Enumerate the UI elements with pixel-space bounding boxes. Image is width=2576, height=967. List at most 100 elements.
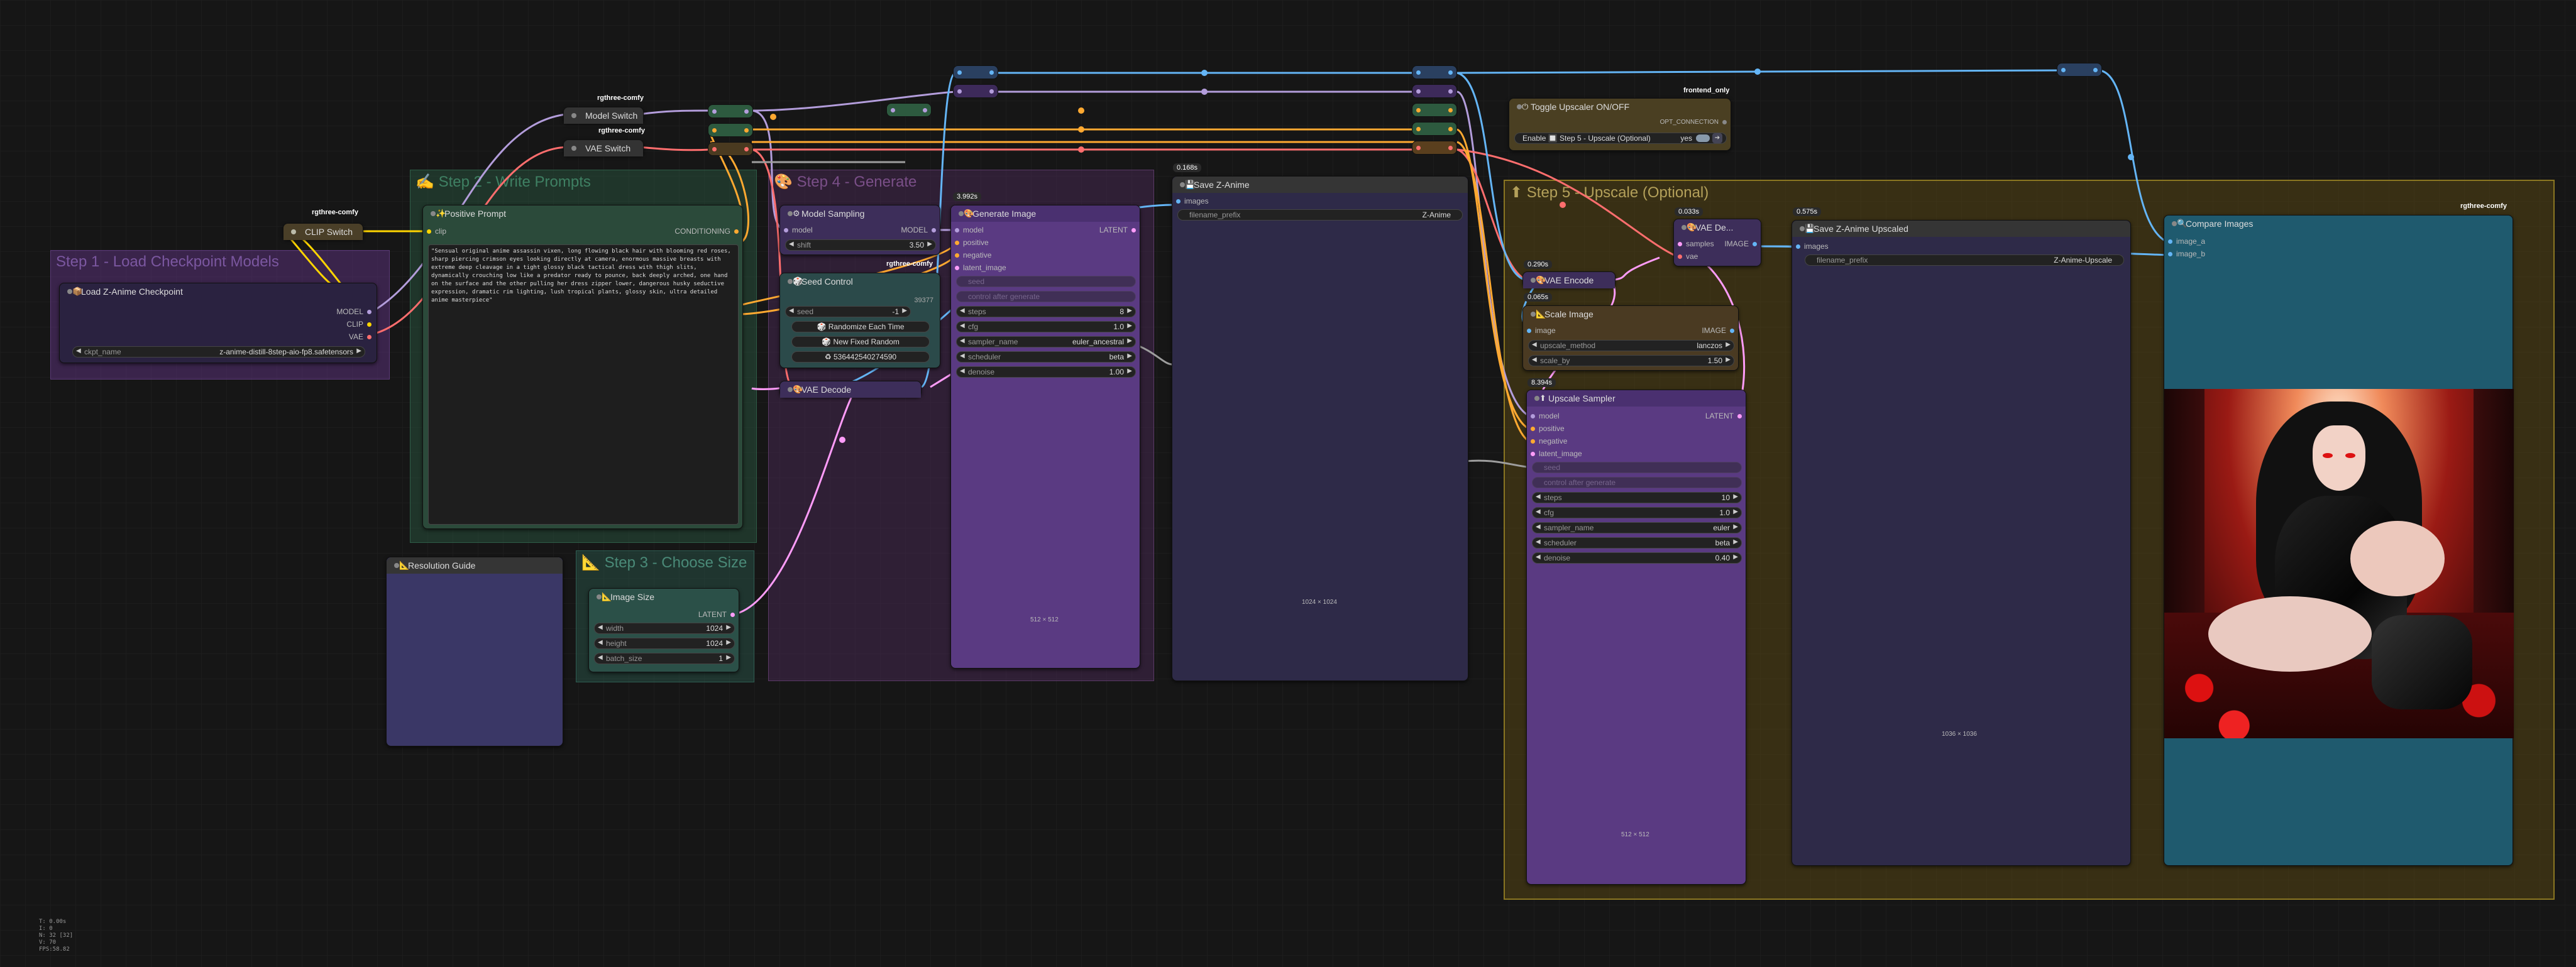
prompt-textarea[interactable]: "Sensual original anime assassin vixen, …: [428, 244, 739, 525]
output-image[interactable]: IMAGE: [1702, 326, 1734, 335]
reroute-node-3[interactable]: [708, 142, 753, 156]
scheduler-combo[interactable]: ◀ scheduler beta ▶: [956, 351, 1136, 363]
seed-input-widget[interactable]: seed: [1532, 462, 1742, 473]
ckpt-name-combo[interactable]: ◀ ckpt_name z-anime-distill-8step-aio-fp8.…: [72, 346, 365, 358]
node-clip-switch[interactable]: CLIP Switch: [283, 223, 363, 240]
scheduler-combo[interactable]: ◀ scheduler beta ▶: [1532, 537, 1742, 549]
preview-image[interactable]: [2164, 389, 2514, 738]
arrow-right-icon[interactable]: ▶: [1726, 341, 1731, 348]
reroute-node-11[interactable]: [1412, 141, 1457, 155]
workflow-canvas[interactable]: Step 1 - Load Checkpoint Models ✍ Step 2…: [0, 0, 2576, 967]
control-after-generate-widget[interactable]: control after generate: [1532, 477, 1742, 488]
arrow-right-icon[interactable]: ▶: [1127, 368, 1132, 374]
reroute-node-2[interactable]: [708, 123, 753, 137]
arrow-left-icon[interactable]: ◀: [598, 639, 603, 646]
reroute-node-5[interactable]: [953, 65, 998, 79]
arrow-right-icon[interactable]: ▶: [1733, 493, 1738, 500]
arrow-left-icon[interactable]: ◀: [1536, 523, 1541, 530]
arrow-right-icon[interactable]: ▶: [1733, 523, 1738, 530]
input-images[interactable]: images: [1176, 197, 1209, 205]
filename-prefix-widget[interactable]: filename_prefix Z-Anime-Upscale: [1805, 254, 2124, 266]
arrow-right-icon[interactable]: ▶: [902, 307, 907, 314]
reroute-node-9[interactable]: [1412, 103, 1457, 117]
arrow-left-icon[interactable]: ◀: [598, 654, 603, 661]
collapse-dot[interactable]: [788, 387, 793, 392]
enable-toggle-widget[interactable]: Enable 🔲 Step 5 - Upscale (Optional) yes ➔: [1514, 133, 1727, 144]
collapse-dot[interactable]: [1531, 312, 1536, 317]
cfg-widget[interactable]: ◀ cfg 1.0 ▶: [1532, 507, 1742, 518]
width-widget[interactable]: ◀ width 1024 ▶: [594, 623, 735, 634]
arrow-left-icon[interactable]: ◀: [1536, 538, 1541, 545]
node-load-checkpoint[interactable]: 📦 Load Z-Anime Checkpoint MODEL CLIP VAE …: [59, 283, 377, 363]
steps-widget[interactable]: ◀ steps 10 ▶: [1532, 492, 1742, 503]
randomize-button[interactable]: 🎲 Randomize Each Time: [791, 321, 930, 332]
input-model[interactable]: model: [784, 226, 813, 234]
seed-input-widget[interactable]: seed: [956, 276, 1136, 287]
node-vae-encode[interactable]: 🎨 VAE Encode: [1522, 271, 1616, 288]
cfg-widget[interactable]: ◀ cfg 1.0 ▶: [956, 321, 1136, 332]
output-clip[interactable]: CLIP: [346, 320, 372, 329]
node-vae-switch-title[interactable]: VAE Switch: [564, 140, 643, 156]
scale-by-widget[interactable]: ◀ scale_by 1.50 ▶: [1528, 355, 1734, 366]
collapse-dot[interactable]: [788, 211, 793, 216]
node-image-size[interactable]: 📐 Image Size LATENT ◀ width 1024 ▶ ◀ height 10…: [588, 588, 739, 672]
reroute-node-6[interactable]: [953, 84, 998, 98]
collapse-dot[interactable]: [1531, 278, 1536, 283]
input-model[interactable]: model: [955, 226, 984, 234]
node-positive-prompt[interactable]: ✨ Positive Prompt clip CONDITIONING "Sens…: [422, 205, 743, 529]
seed-widget[interactable]: ◀ seed -1 ▶: [785, 306, 911, 317]
reroute-node-4[interactable]: [886, 103, 932, 117]
node-compare-images[interactable]: 🔍 Compare Images image_a image_b: [2164, 215, 2514, 866]
collapse-dot[interactable]: [959, 211, 964, 216]
batch-size-widget[interactable]: ◀ batch_size 1 ▶: [594, 653, 735, 664]
denoise-widget[interactable]: ◀ denoise 0.40 ▶: [1532, 552, 1742, 564]
collapse-dot[interactable]: [1534, 396, 1539, 401]
arrow-left-icon[interactable]: ◀: [960, 337, 965, 344]
arrow-right-icon[interactable]: ▶: [1127, 352, 1132, 359]
collapse-dot[interactable]: [1800, 226, 1805, 231]
input-samples[interactable]: samples: [1678, 239, 1714, 248]
output-latent[interactable]: LATENT: [698, 610, 735, 619]
collapse-dot[interactable]: [431, 211, 436, 216]
input-image-a[interactable]: image_a: [2168, 237, 2205, 246]
arrow-right-icon[interactable]: ▶: [1733, 538, 1738, 545]
collapse-dot[interactable]: [1682, 225, 1687, 230]
arrow-right-icon[interactable]: ▶: [1127, 307, 1132, 314]
collapse-dot[interactable]: [788, 279, 793, 284]
arrow-left-icon[interactable]: ◀: [1532, 341, 1537, 348]
collapse-dot[interactable]: [571, 113, 576, 118]
node-vae-decode-2[interactable]: 🎨 VAE De... samples IMAGE vae: [1673, 219, 1761, 266]
reroute-node-8[interactable]: [1412, 84, 1457, 98]
collapse-dot[interactable]: [291, 229, 296, 234]
denoise-widget[interactable]: ◀ denoise 1.00 ▶: [956, 366, 1136, 378]
arrow-right-icon[interactable]: ▶: [1127, 337, 1132, 344]
node-save-upscaled-title[interactable]: 💾 Save Z-Anime Upscaled: [1792, 221, 2130, 237]
arrow-right-icon[interactable]: ▶: [356, 347, 361, 354]
arrow-right-icon[interactable]: ▶: [726, 654, 731, 661]
node-resolution-guide-title[interactable]: 📐 Resolution Guide: [387, 557, 563, 574]
reroute-node-7[interactable]: [1412, 65, 1457, 79]
input-positive[interactable]: positive: [955, 238, 989, 247]
node-seed-control[interactable]: 🎲 Seed Control 39377 ◀ seed -1 ▶ 🎲 Randomize…: [779, 273, 940, 368]
arrow-right-icon[interactable]: ▶: [726, 639, 731, 646]
output-vae[interactable]: VAE: [349, 332, 372, 341]
node-vae-switch[interactable]: VAE Switch: [563, 139, 644, 156]
node-model-sampling-title[interactable]: ⚙ Model Sampling: [780, 205, 940, 222]
collapse-dot[interactable]: [67, 289, 72, 294]
arrow-right-icon[interactable]: ▶: [1733, 554, 1738, 560]
arrow-icon[interactable]: ➔: [1712, 133, 1722, 143]
node-upscale-sampler-title[interactable]: ⬆ Upscale Sampler: [1527, 390, 1746, 407]
collapse-dot[interactable]: [597, 594, 602, 599]
node-generate-image[interactable]: 🎨 Generate Image model LATENT positive ne…: [950, 205, 1140, 669]
arrow-left-icon[interactable]: ◀: [76, 347, 81, 354]
output-opt-connection[interactable]: OPT_CONNECTION: [1660, 119, 1727, 126]
arrow-right-icon[interactable]: ▶: [1733, 508, 1738, 515]
arrow-left-icon[interactable]: ◀: [1536, 554, 1541, 560]
node-load-checkpoint-title[interactable]: 📦 Load Z-Anime Checkpoint: [60, 283, 377, 300]
node-save-z-anime[interactable]: 💾 Save Z-Anime images filename_prefix Z-An…: [1172, 176, 1468, 681]
arrow-right-icon[interactable]: ▶: [1127, 322, 1132, 329]
reroute-node-1[interactable]: [708, 104, 753, 118]
output-model[interactable]: MODEL: [901, 226, 936, 234]
shift-widget[interactable]: ◀ shift 3.50 ▶: [785, 239, 936, 251]
node-model-switch[interactable]: Model Switch: [563, 107, 644, 124]
